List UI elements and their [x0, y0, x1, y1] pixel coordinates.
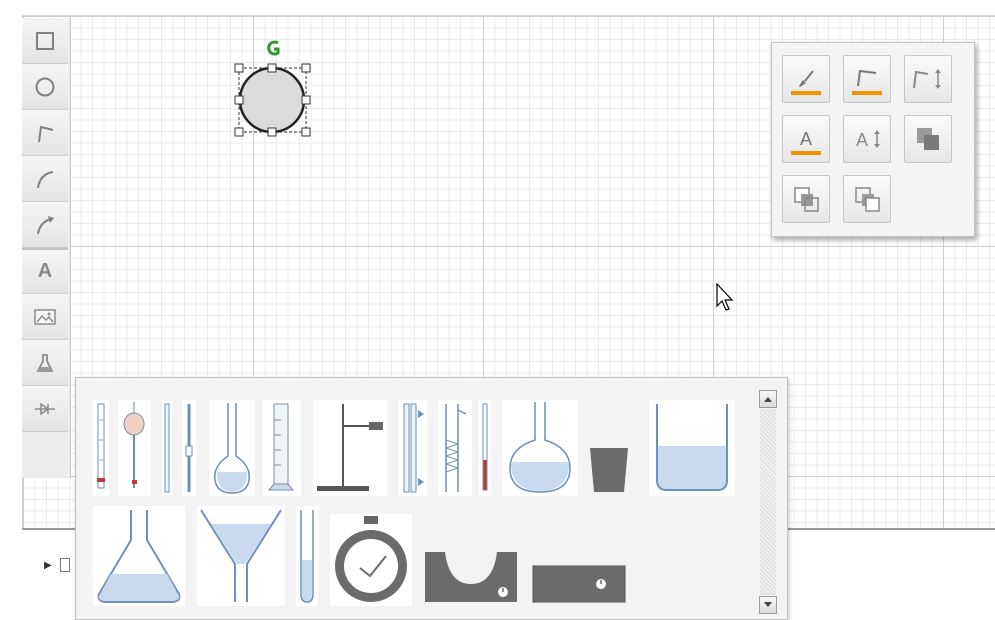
line-color-button[interactable] [843, 55, 891, 103]
pipette-icon [123, 402, 145, 488]
polyline-icon [38, 125, 54, 142]
send-backward-icon [855, 187, 880, 212]
line-tool-button[interactable] [22, 110, 68, 156]
heating-mantle-icon [425, 552, 517, 602]
palette-item-graduated-cylinder[interactable] [263, 400, 301, 496]
triangle-down-icon [764, 602, 772, 607]
palette-item-burette[interactable] [93, 400, 109, 496]
palette-item-crucible[interactable] [586, 444, 632, 496]
diode-icon [35, 402, 55, 415]
scroll-up-button[interactable] [759, 390, 777, 408]
rotate-handle-icon[interactable] [267, 40, 280, 56]
text-color-icon: A [791, 129, 821, 155]
mouse-pointer-icon [716, 283, 734, 311]
coil-condenser-icon [444, 404, 467, 492]
palette-item-conical-flask[interactable] [93, 506, 185, 606]
palette-item-dropper-tube[interactable] [182, 400, 196, 496]
line-color-icon [852, 69, 882, 95]
line-width-icon [913, 69, 941, 89]
curved-arrow-icon [37, 215, 54, 234]
image-tool-button[interactable] [22, 294, 68, 340]
lab-tool-button[interactable] [22, 340, 68, 386]
palette-item-hot-plate[interactable] [531, 564, 627, 604]
arrow-tool-button[interactable] [22, 202, 68, 248]
palette-item-funnel[interactable] [197, 506, 285, 606]
palette-item-beaker[interactable] [649, 400, 735, 496]
thermometer-icon [482, 403, 488, 491]
text-icon: A [37, 260, 53, 282]
ellipse-tool-button[interactable] [22, 64, 68, 110]
fill-color-button[interactable] [782, 55, 830, 103]
test-tube-icon [300, 510, 314, 603]
bring-forward-icon [794, 187, 819, 212]
tree-checkbox[interactable] [59, 558, 70, 572]
beaker-icon [656, 404, 728, 491]
ellipse-icon [35, 77, 55, 96]
triangle-up-icon [764, 397, 772, 402]
palette-item-retort-stand[interactable] [313, 400, 387, 496]
format-panel: A A [771, 42, 975, 237]
crucible-icon [590, 448, 628, 492]
palette-item-capillary-tube[interactable] [162, 400, 172, 496]
scroll-track[interactable] [760, 409, 776, 595]
line-width-button[interactable] [904, 55, 952, 103]
palette-item-coil-condenser[interactable] [438, 400, 472, 496]
connector-tool-button[interactable] [22, 386, 68, 432]
text-color-glyph: A [800, 129, 812, 149]
lab-equipment-palette [75, 377, 788, 620]
funnel-icon [200, 509, 282, 602]
hot-plate-icon [532, 565, 626, 603]
palette-item-heating-mantle[interactable] [423, 550, 519, 604]
palette-item-thermometer[interactable] [479, 400, 491, 496]
curve-icon [37, 170, 54, 188]
flask-icon [36, 353, 54, 372]
arrange-icon [917, 128, 939, 150]
palette-item-volumetric-flask[interactable] [209, 400, 255, 496]
text-size-glyph: A [856, 130, 868, 150]
send-backward-button[interactable] [843, 175, 891, 223]
tree-row[interactable]: ▶ [44, 558, 70, 572]
stopwatch-icon [335, 516, 407, 602]
text-size-icon: A [856, 130, 880, 150]
volumetric-flask-icon [214, 403, 250, 494]
selected-circle-shape[interactable] [234, 38, 314, 142]
palette-item-round-bottom-flask[interactable] [502, 400, 578, 496]
capillary-tube-icon [164, 403, 170, 493]
text-size-button[interactable]: A [843, 115, 891, 163]
scroll-down-button[interactable] [759, 596, 777, 614]
palette-scrollbar[interactable] [759, 390, 779, 614]
bring-forward-button[interactable] [782, 175, 830, 223]
round-bottom-flask-icon [509, 402, 571, 493]
expand-arrow-icon[interactable]: ▶ [44, 560, 52, 571]
palette-item-stopwatch[interactable] [330, 514, 412, 606]
text-color-button[interactable]: A [782, 115, 830, 163]
rectangle-icon [36, 31, 54, 50]
burette-icon [97, 403, 105, 489]
palette-item-pipette[interactable] [118, 400, 151, 496]
graduated-cylinder-icon [267, 403, 295, 491]
palette-item-condenser[interactable] [399, 400, 427, 496]
conical-flask-icon [97, 510, 181, 603]
retort-stand-icon [317, 404, 383, 491]
dropper-tube-icon [185, 404, 193, 492]
curve-tool-button[interactable] [22, 156, 68, 202]
rectangle-tool-button[interactable] [22, 18, 68, 64]
palette-item-test-tube[interactable] [296, 506, 318, 606]
text-tool-button[interactable]: A [22, 248, 68, 294]
left-toolbar: A [22, 18, 71, 478]
condenser-icon [403, 403, 424, 493]
paint-brush-icon [791, 70, 821, 95]
arrange-button[interactable] [904, 115, 952, 163]
image-icon [34, 308, 56, 325]
